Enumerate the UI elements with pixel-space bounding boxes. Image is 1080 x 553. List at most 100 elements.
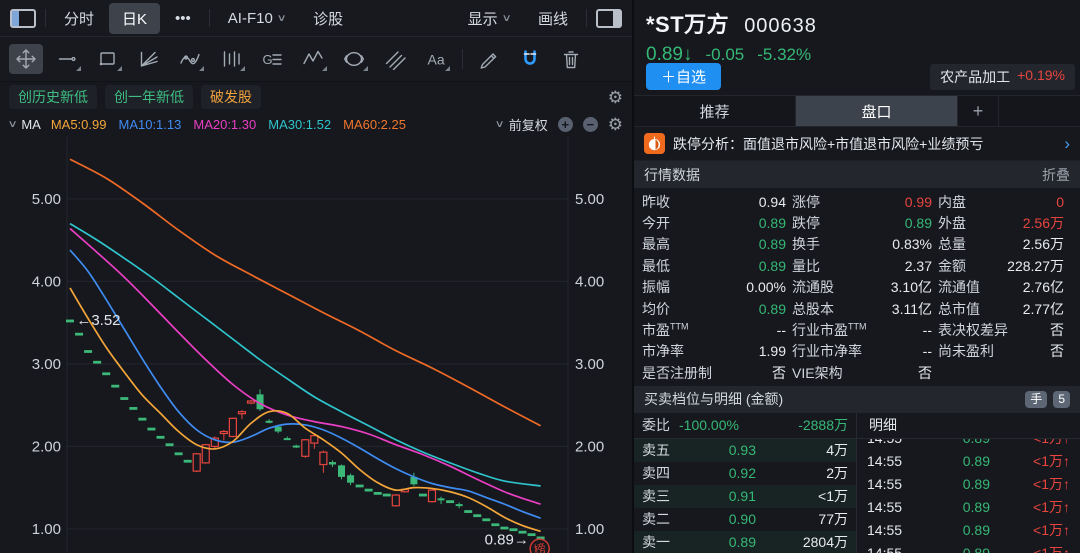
quote-item-总市值: 总市值 2.77亿 <box>938 300 1064 317</box>
add-tab-button[interactable]: + <box>958 96 999 126</box>
y-axis-tick-left: 4.00 <box>32 273 61 290</box>
y-axis-tick-right: 5.00 <box>575 191 604 208</box>
tool-cycle[interactable] <box>337 44 371 74</box>
move-icon <box>16 49 36 69</box>
tool-fan[interactable] <box>132 44 166 74</box>
stock-code: 000638 <box>744 15 817 37</box>
ask-levels: 卖五 0.93 4万 卖四 0.92 2万 卖三 0.91 <1万 卖二 0.90 77万 卖一 0.89… <box>634 438 856 553</box>
tag-historic-low[interactable]: 创历史新低 <box>9 85 97 109</box>
quote-item-总量: 总量 2.56万 <box>938 236 1064 253</box>
quote-panel: *ST万方 000638 0.89↓ -0.05 -5.32% ＋自选 农产品加工… <box>634 0 1080 553</box>
tab-recommend[interactable]: 推荐 <box>634 96 796 126</box>
ask-row-卖五[interactable]: 卖五 0.93 4万 <box>634 438 856 462</box>
ask-row-卖二[interactable]: 卖二 0.90 77万 <box>634 508 856 531</box>
quote-item-换手: 换手 0.83% <box>792 236 932 253</box>
ma-legend-item-3: MA30:1.52 <box>268 117 332 132</box>
ask-row-卖一[interactable]: 卖一 0.89 2804万 <box>634 530 856 553</box>
more-periods-button[interactable]: ••• <box>162 5 204 32</box>
kline-chart[interactable]: 5.00 5.00 4.00 4.00 3.00 3.00 2.00 2.00 1.00 1.00… <box>0 137 630 553</box>
zoom-in-button[interactable]: + <box>557 117 573 132</box>
tool-trash[interactable] <box>554 44 588 74</box>
quote-item-今开: 今开 0.89 <box>642 215 786 232</box>
trade-detail-row: 14:550.89<1万↑ <box>867 522 1070 539</box>
tag-broken-issue[interactable]: 破发股 <box>201 85 261 109</box>
display-menu-button[interactable]: 显示 ∨ <box>455 3 523 34</box>
collapse-left-panel-icon[interactable] <box>10 8 36 28</box>
tool-pencil[interactable] <box>472 44 506 74</box>
depth-count-toggle[interactable]: 5 <box>1053 390 1070 408</box>
sector-chip[interactable]: 农产品加工 +0.19% <box>930 64 1075 90</box>
pitchfork-icon <box>180 53 200 65</box>
ask-row-卖四[interactable]: 卖四 0.92 2万 <box>634 462 856 485</box>
orderbook-title: 买卖档位与明细 (金额) <box>644 391 784 408</box>
quote-item-行业市净率: 行业市净率 -- <box>792 343 932 360</box>
draw-line-button[interactable]: 画线 <box>525 3 581 34</box>
collapse-toggle[interactable]: 折叠 <box>1042 165 1070 185</box>
ma-indicator-bar: ∨ MA MA5:0.99 MA10:1.13 MA20:1.30 MA30:1.52… <box>0 112 632 137</box>
ma-legend-item-0: MA5:0.99 <box>50 117 107 132</box>
stock-header: *ST万方 000638 0.89↓ -0.05 -5.32% ＋自选 农产品加工… <box>634 0 1080 95</box>
quote-item-市净率: 市净率 1.99 <box>642 343 786 360</box>
collapse-right-panel-icon[interactable] <box>596 8 622 28</box>
wave-icon <box>303 50 323 65</box>
adjust-mode-dropdown[interactable]: ∨ 前复权 <box>494 115 548 134</box>
quote-item-表决权差异: 表决权差异否 <box>938 322 1064 339</box>
chart-panel: 分时 日K ••• AI-F10 ∨ 诊股 显示 ∨ 画线 G Aa 创历史新低 创一… <box>0 0 634 553</box>
quote-data-grid: 昨收 0.94 涨停 0.99 内盘 0 今开 0.89 跌停 0.89 外盘 2.56万 最高 0.89… <box>634 188 1080 386</box>
limit-down-analysis-row[interactable]: 跌停分析：面值退市风险+市值退市风险+业绩预亏 › <box>634 127 1080 161</box>
detail-list-clip[interactable]: 14:55 0.89 <1万↑ 14:55 0.89 <1万↑ 14:55 0.89 <1万↑ 1… <box>857 439 1080 553</box>
detail-title: 明细 <box>857 413 1080 439</box>
tags-settings-gear-icon[interactable]: ⚙ <box>608 89 623 106</box>
sector-change: +0.19% <box>1017 67 1065 83</box>
dropdown-corner-icon <box>445 66 450 71</box>
tool-text[interactable]: Aa <box>419 44 453 74</box>
kline-chart-area[interactable]: 5.00 5.00 4.00 4.00 3.00 3.00 2.00 2.00 1.00 1.00… <box>0 137 632 553</box>
tool-trendline[interactable] <box>50 44 84 74</box>
text-icon: Aa <box>428 52 445 68</box>
quote-item-跌停: 跌停 0.89 <box>792 215 932 232</box>
ma-legend: MA5:0.99 MA10:1.13 MA20:1.30 MA30:1.52 MA60:… <box>51 117 406 132</box>
dropdown-corner-icon <box>363 66 368 71</box>
toolbar-divider <box>586 9 587 27</box>
quote-item-流通股: 流通股 3.10亿 <box>792 279 932 296</box>
unit-hand-toggle[interactable]: 手 <box>1025 390 1048 408</box>
ask-row-卖三[interactable]: 卖三 0.91 <1万 <box>634 484 856 508</box>
price-change-percent: -5.32% <box>757 45 812 64</box>
quote-item-金额: 金额 228.27万 <box>938 257 1064 274</box>
tool-channel[interactable] <box>378 44 412 74</box>
tool-wave[interactable] <box>296 44 330 74</box>
tool-magnet[interactable] <box>513 44 547 74</box>
trade-detail-row: 14:550.89<1万↑ <box>857 439 1080 450</box>
y-axis-tick-left: 3.00 <box>32 356 61 373</box>
ma-legend-item-2: MA20:1.30 <box>193 117 257 132</box>
orderbook-unit-toggles: 手 5 <box>1019 390 1070 408</box>
chart-settings-gear-icon[interactable]: ⚙ <box>608 116 623 133</box>
tab-pankou[interactable]: 盘口 <box>796 96 958 126</box>
tool-move[interactable] <box>9 44 43 74</box>
y-axis-tick-right: 3.00 <box>575 356 604 373</box>
quote-item-流通值: 流通值 2.76亿 <box>938 279 1064 296</box>
price-annotation: ←3.52 <box>76 312 120 329</box>
tag-one-year-low[interactable]: 创一年新低 <box>105 85 193 109</box>
add-watchlist-button[interactable]: ＋自选 <box>646 63 722 90</box>
dropdown-corner-icon <box>117 66 122 71</box>
chevron-down-icon: ∨ <box>494 119 506 130</box>
ma-group-toggle[interactable]: ∨ MA <box>8 117 41 132</box>
tool-pitchfork[interactable] <box>173 44 207 74</box>
vlines-icon <box>223 51 240 67</box>
tab-daily-k[interactable]: 日K <box>109 2 161 34</box>
ma-legend-item-1: MA10:1.13 <box>118 117 182 132</box>
zoom-out-button[interactable]: − <box>582 117 598 132</box>
diagnose-stock-button[interactable]: 诊股 <box>300 3 356 34</box>
ai-f10-button[interactable]: AI-F10 ∨ <box>215 5 298 32</box>
stock-tags-row: 创历史新低 创一年新低 破发股 ⚙ <box>0 82 632 112</box>
tool-rect[interactable] <box>91 44 125 74</box>
quote-item-empty <box>938 362 1070 383</box>
rank-stamp-badge[interactable]: 榜 <box>528 537 551 553</box>
ma-line-MA5 <box>69 287 541 533</box>
tool-vlines[interactable] <box>214 44 248 74</box>
weibi-amount: -2888万 <box>798 417 848 434</box>
y-axis-tick-left: 2.00 <box>32 438 61 455</box>
tab-minute-chart[interactable]: 分时 <box>51 3 107 34</box>
tool-gann[interactable]: G <box>255 44 289 74</box>
